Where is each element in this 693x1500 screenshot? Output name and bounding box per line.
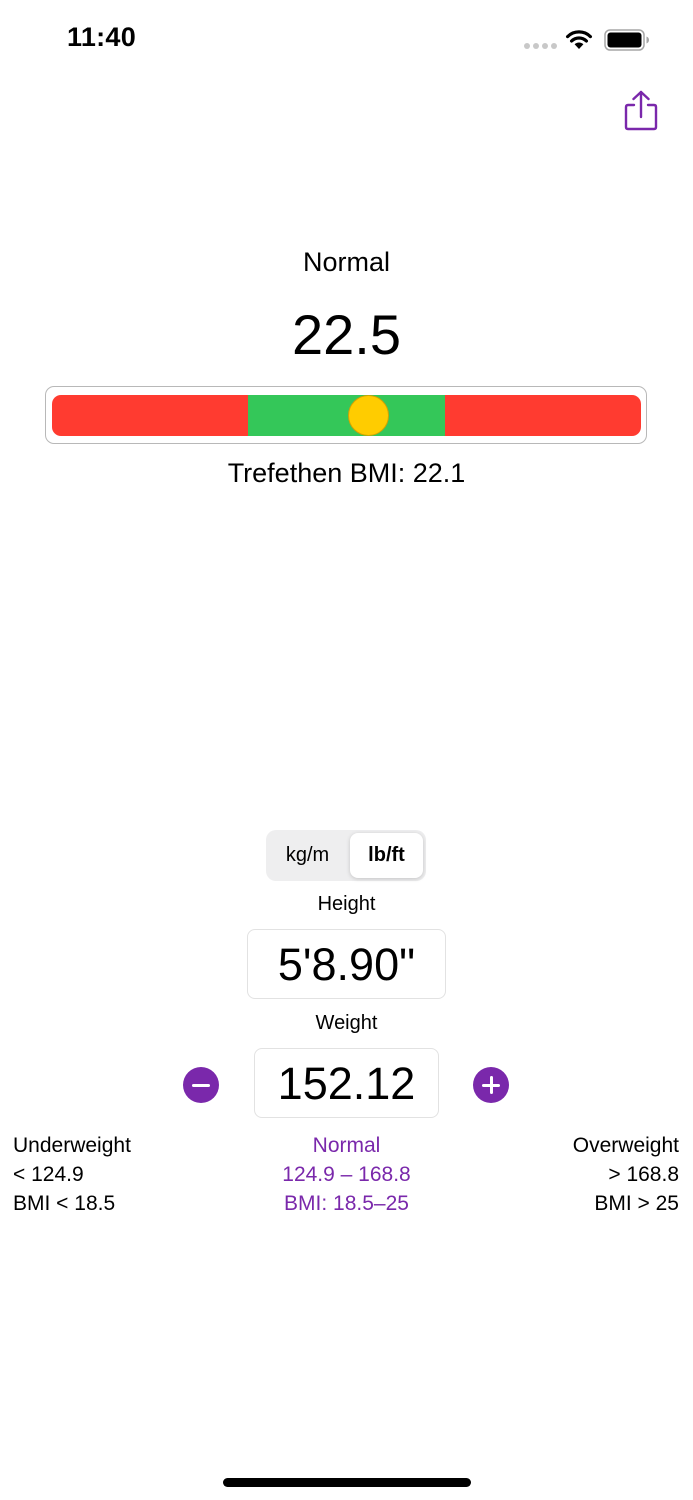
overweight-weight-range: > 168.8 — [608, 1163, 679, 1186]
units-segmented-control: kg/m lb/ft — [266, 830, 426, 881]
increase-weight-button[interactable] — [473, 1067, 509, 1103]
units-option-lb-ft[interactable]: lb/ft — [350, 833, 423, 878]
overweight-range: Overweight > 168.8 BMI > 25 — [573, 1131, 679, 1218]
decrease-weight-button[interactable] — [183, 1067, 219, 1103]
overweight-title: Overweight — [572, 1134, 679, 1157]
bmi-value: 22.5 — [292, 303, 401, 366]
bmi-category: Normal — [302, 247, 390, 277]
trefethen-bmi: Trefethen BMI: 22.1 — [227, 458, 466, 488]
bmi-gauge-marker — [347, 395, 389, 436]
home-indicator — [223, 1478, 471, 1487]
cellular-signal-icon — [524, 43, 557, 49]
overweight-bmi-range: BMI > 25 — [594, 1192, 679, 1215]
gauge-segment-normal — [248, 395, 445, 436]
weight-label: Weight — [315, 1012, 378, 1034]
status-time: 11:40 — [67, 22, 137, 52]
height-label: Height — [317, 893, 376, 915]
units-option-kg-m[interactable]: kg/m — [269, 833, 346, 878]
wifi-icon — [566, 30, 592, 49]
bmi-gauge-track — [52, 395, 641, 436]
share-button[interactable] — [621, 89, 661, 133]
weight-field[interactable]: 152.12 — [254, 1048, 439, 1118]
gauge-segment-overweight — [444, 395, 641, 436]
share-icon — [624, 90, 658, 131]
gauge-segment-underweight — [52, 395, 249, 436]
minus-icon — [192, 1083, 210, 1087]
height-field[interactable]: 5'8.90" — [247, 929, 446, 999]
battery-icon — [604, 29, 649, 51]
